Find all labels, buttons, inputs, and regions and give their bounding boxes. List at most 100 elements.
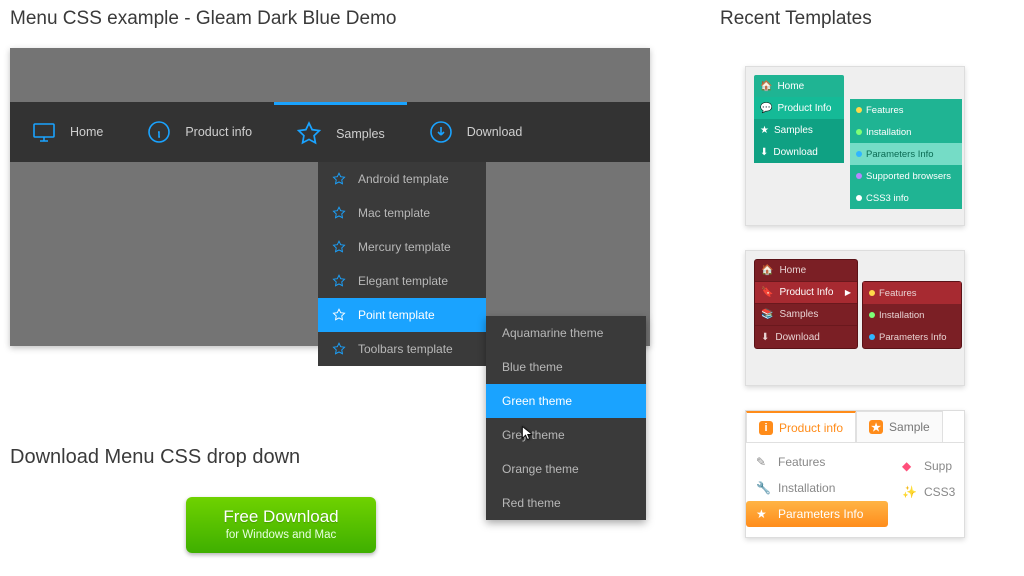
home-icon: 🏠 (760, 81, 772, 92)
theme-item[interactable]: Blue theme (486, 350, 646, 384)
label: Samples (779, 309, 818, 320)
label: Parameters Info (778, 507, 863, 521)
label: Product Info (779, 287, 833, 298)
download-icon: ⬇ (761, 332, 769, 343)
menu-home[interactable]: Home (10, 102, 125, 162)
label: Features (778, 455, 825, 469)
label: Download (773, 147, 817, 158)
theme-item[interactable]: Grey theme (486, 418, 646, 452)
thumb-menu-item: ⬇Download (755, 326, 857, 348)
label: Home (777, 81, 804, 92)
free-download-button[interactable]: Free Download for Windows and Mac (186, 497, 376, 553)
menu-label: Samples (336, 127, 385, 141)
label: Features (879, 288, 917, 299)
home-icon: 🏠 (761, 265, 773, 276)
label: Installation (866, 127, 911, 138)
label: CSS3 info (866, 193, 909, 204)
star-icon: ★ (756, 507, 770, 521)
star-icon (296, 121, 322, 147)
submenu-label: Point template (358, 308, 435, 322)
star-icon: ★ (869, 420, 883, 434)
thumb-menu-item: ★Samples (754, 119, 844, 141)
label: Installation (879, 310, 924, 321)
submenu-label: Mercury template (358, 240, 451, 254)
bullet-icon (856, 129, 862, 135)
diamond-icon: ◆ (902, 459, 916, 473)
page-title: Menu CSS example - Gleam Dark Blue Demo (10, 8, 700, 30)
bullet-icon (869, 290, 875, 296)
submenu-item[interactable]: Elegant template (318, 264, 486, 298)
label: Sample (889, 420, 930, 434)
submenu-item[interactable]: Mac template (318, 196, 486, 230)
template-thumb-green[interactable]: 🏠 Home 💬 Product Info ★Samples ⬇ Download F… (745, 66, 965, 226)
star-icon (332, 206, 346, 220)
demo-area: Home Product info Samples (10, 48, 650, 346)
theme-item[interactable]: Red theme (486, 486, 646, 520)
theme-item[interactable]: Aquamarine theme (486, 316, 646, 350)
thumb-menu-item: 🏠 Home (755, 260, 857, 282)
thumb-right-list: ◆ Supp ✨ CSS3 (902, 453, 955, 505)
label: Home (779, 265, 806, 276)
label: Installation (778, 481, 835, 495)
theme-label: Green theme (502, 394, 572, 408)
thumb-list-item: ★ Parameters Info (746, 501, 888, 527)
menu-product-info[interactable]: Product info (125, 102, 274, 162)
label: Parameters Info (866, 149, 934, 160)
star-icon (332, 172, 346, 186)
mouse-cursor-icon (520, 424, 535, 442)
submenu-label: Elegant template (358, 274, 448, 288)
magic-icon: ✨ (902, 485, 916, 499)
template-thumb-red[interactable]: 🏠Home 🔖Product Info▶ 📚Samples ⬇Download … (745, 250, 965, 386)
themes-submenu: Aquamarine theme Blue theme Green theme … (486, 316, 646, 520)
download-icon: ⬇ (760, 147, 768, 158)
bullet-icon (856, 195, 862, 201)
star-icon (332, 308, 346, 322)
theme-label: Blue theme (502, 360, 563, 374)
menu-label: Home (70, 125, 103, 139)
submenu-label: Toolbars template (358, 342, 453, 356)
label: Product Info (777, 103, 831, 114)
label: Parameters Info (879, 332, 947, 343)
template-thumb-orange[interactable]: iProduct info ★Sample ✎Features 🔧Install… (745, 410, 965, 538)
bullet-icon (869, 312, 875, 318)
bullet-icon (856, 107, 862, 113)
theme-label: Orange theme (502, 462, 579, 476)
theme-item[interactable]: Green theme (486, 384, 646, 418)
menu-download[interactable]: Download (407, 102, 545, 162)
thumb-menu-item: 📚 Samples (755, 304, 857, 326)
label: CSS3 (924, 485, 955, 499)
tag-icon: 🔖 (761, 287, 773, 298)
chevron-right-icon: ▶ (845, 288, 851, 297)
monitor-icon (32, 120, 56, 144)
thumb-tab: i Product info (746, 411, 856, 442)
thumb-menu-item: 💬 Product Info (754, 97, 844, 119)
wrench-icon: 🔧 (756, 481, 770, 495)
theme-label: Red theme (502, 496, 561, 510)
submenu-item[interactable]: Toolbars template (318, 332, 486, 366)
theme-item[interactable]: Orange theme (486, 452, 646, 486)
submenu-label: Mac template (358, 206, 430, 220)
submenu-item[interactable]: Android template (318, 162, 486, 196)
thumb-submenu: Features Installation Parameters Info (862, 281, 962, 349)
label: Features (866, 105, 904, 116)
theme-label: Aquamarine theme (502, 326, 603, 340)
samples-icon: 📚 (761, 309, 773, 320)
label: Supp (924, 459, 952, 473)
bullet-icon (856, 151, 862, 157)
samples-submenu: Android template Mac template Mercury te… (318, 162, 486, 366)
thumb-menu-item: 🔖 Product Info ▶ (755, 282, 857, 304)
chat-icon: 💬 (760, 103, 772, 114)
button-subtitle: for Windows and Mac (186, 529, 376, 541)
submenu-item[interactable]: Point template (318, 298, 486, 332)
submenu-item[interactable]: Mercury template (318, 230, 486, 264)
menu-samples[interactable]: Samples (274, 102, 407, 162)
star-icon (332, 342, 346, 356)
label: Supported browsers (866, 171, 951, 182)
menu-label: Download (467, 125, 523, 139)
thumb-submenu: Features Installation Parameters Info Su… (850, 99, 962, 209)
thumb-tab: ★ Sample (856, 411, 943, 442)
info-icon (147, 120, 171, 144)
star-icon (332, 240, 346, 254)
info-icon: i (759, 421, 773, 435)
label: Product info (779, 421, 843, 435)
